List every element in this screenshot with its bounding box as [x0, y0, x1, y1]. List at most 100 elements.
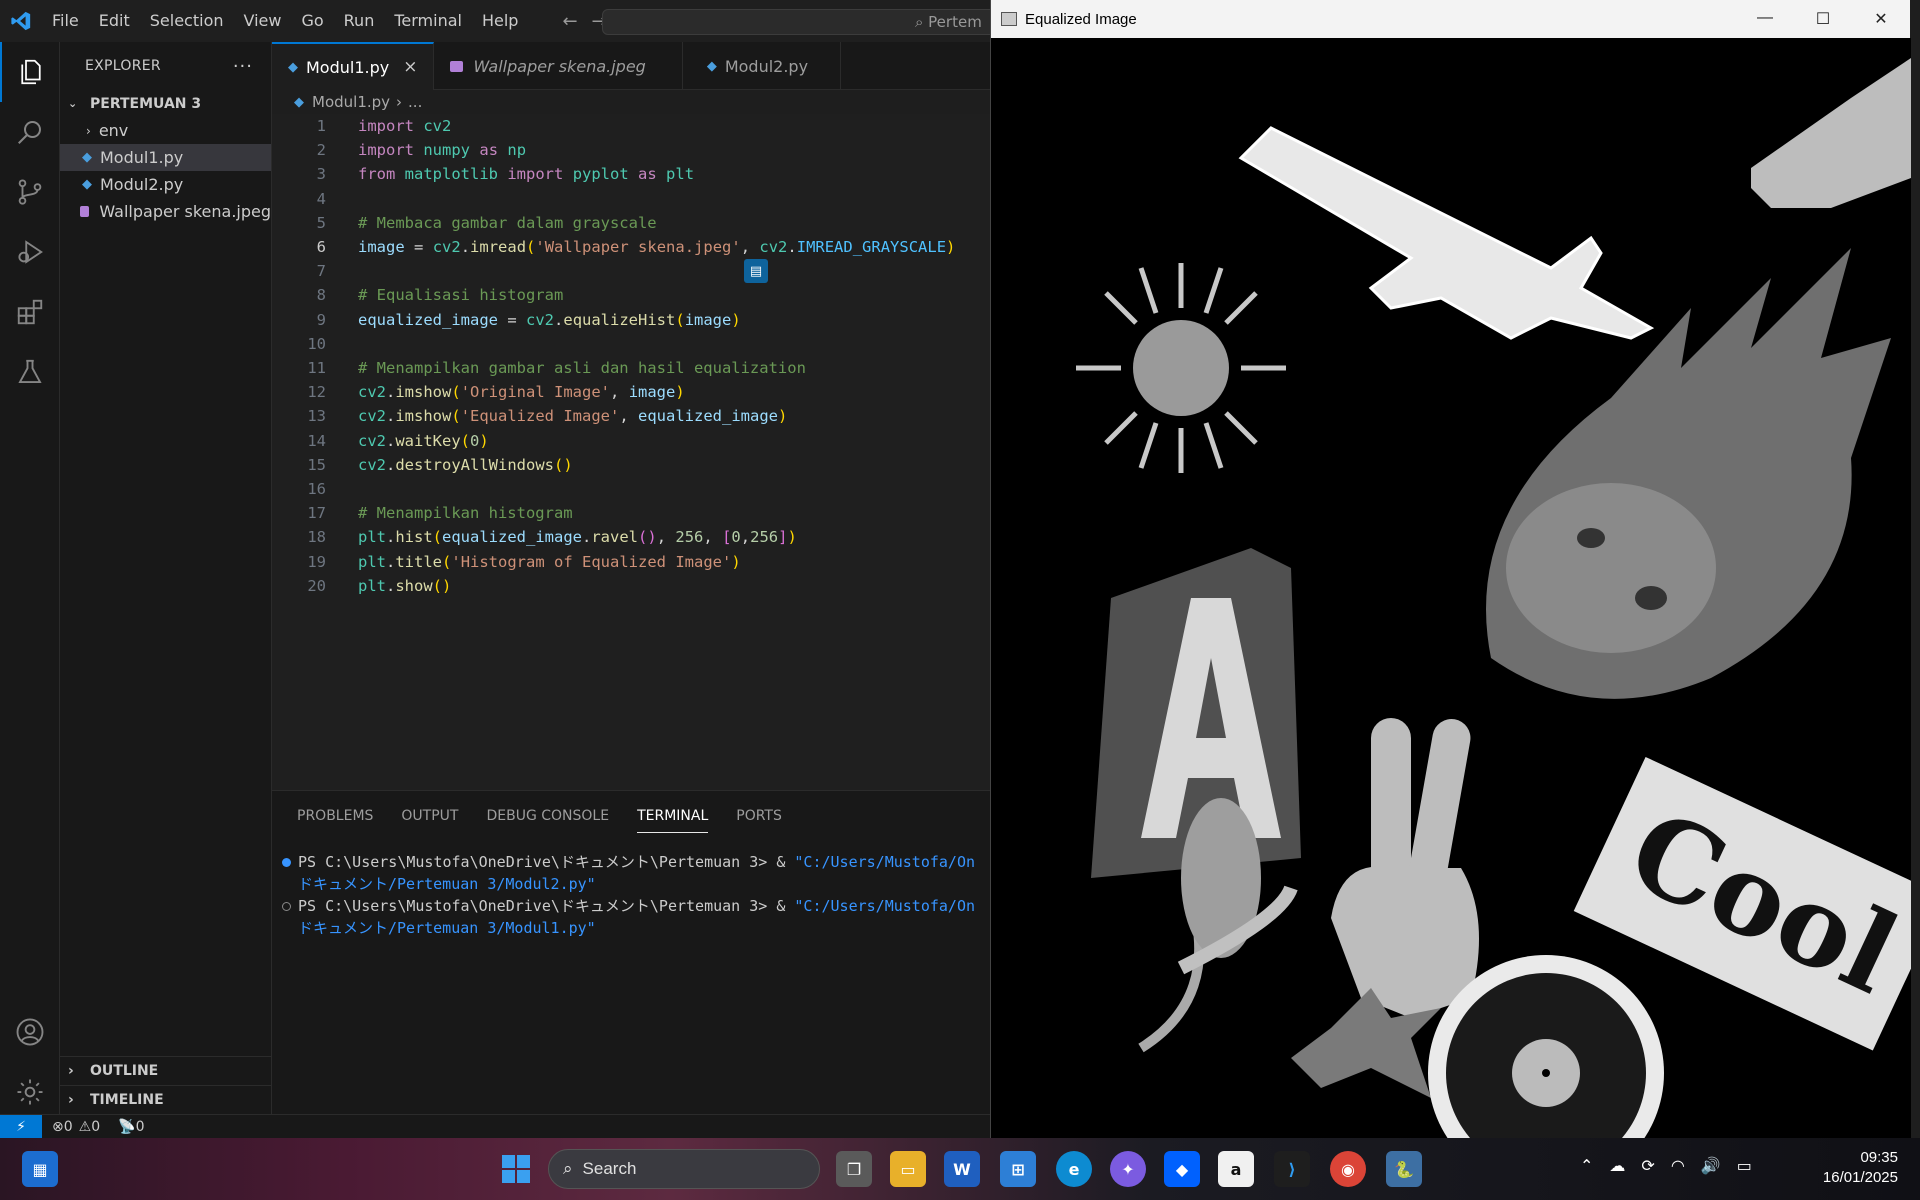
amazon-icon[interactable]: a [1218, 1151, 1254, 1187]
chevron-up-icon[interactable]: ⌃ [1580, 1156, 1593, 1175]
close-window-icon[interactable]: ✕ [1852, 9, 1910, 29]
remote-indicator-icon[interactable]: ⚡ [0, 1114, 42, 1139]
terminal[interactable]: PS C:\Users\Mustofa\OneDrive\ドキュメント\Pert… [272, 841, 990, 939]
image-window-titlebar[interactable]: Equalized Image — ☐ ✕ [991, 0, 1910, 38]
tab-label: Wallpaper skena.jpeg [473, 56, 646, 76]
code-text: image = cv2.imread('Wallpaper skena.jpeg… [358, 238, 956, 256]
code-line[interactable]: 13 cv2.imshow('Equalized Image', equalize… [272, 404, 990, 428]
status-bar: ⚡ ⊗ 0 ⚠ 0 📡 0 [0, 1114, 990, 1139]
tab-problems[interactable]: PROBLEMS [297, 800, 373, 832]
line-number: 16 [307, 480, 326, 498]
code-line[interactable]: 19 plt.title('Histogram of Equalized Imag… [272, 550, 990, 574]
file-explorer-icon[interactable]: ▭ [890, 1151, 926, 1187]
inline-chat-icon[interactable]: ▤ [744, 259, 768, 283]
menu-help[interactable]: Help [472, 0, 528, 42]
folder-pertemuan-3[interactable]: ⌄ PERTEMUAN 3 [60, 90, 271, 117]
onedrive-icon[interactable]: ☁ [1609, 1156, 1625, 1175]
timeline-section[interactable]: › TIMELINE [60, 1085, 272, 1113]
tree-item-modul1[interactable]: ◆ Modul1.py [60, 144, 271, 171]
code-line[interactable]: 2 import numpy as np [272, 138, 990, 162]
volume-icon[interactable]: 🔊 [1701, 1156, 1721, 1175]
menu-edit[interactable]: Edit [89, 0, 140, 42]
tab-ports[interactable]: PORTS [736, 800, 782, 832]
code-text: equalized_image = cv2.equalizeHist(image… [358, 310, 741, 329]
tree-item-env[interactable]: › env [60, 117, 271, 144]
code-line[interactable]: 11 # Menampilkan gambar asli dan hasil eq… [272, 356, 990, 380]
code-line[interactable]: 1 import cv2 [272, 114, 990, 138]
python-file-icon: ◆ [706, 58, 717, 74]
dropbox-icon[interactable]: ◆ [1164, 1151, 1200, 1187]
clock[interactable]: 09:35 16/01/2025 [1823, 1148, 1898, 1188]
terminal-path: "C:/Users/Mustofa/On [794, 897, 976, 915]
tab-terminal[interactable]: TERMINAL [637, 800, 709, 833]
outline-section[interactable]: › OUTLINE [60, 1057, 272, 1085]
menu-file[interactable]: File [42, 0, 89, 42]
settings-gear-icon[interactable] [0, 1062, 60, 1122]
menu-bar: File Edit Selection View Go Run Terminal… [42, 0, 528, 42]
code-line[interactable]: 5 # Membaca gambar dalam grayscale [272, 211, 990, 235]
back-arrow-icon[interactable]: ← [562, 11, 577, 32]
search-icon[interactable] [0, 102, 60, 162]
more-actions-icon[interactable]: ··· [233, 56, 253, 77]
code-line[interactable]: 9 equalized_image = cv2.equalizeHist(imag… [272, 308, 990, 332]
taskbar-search[interactable]: ⌕ Search [548, 1149, 820, 1189]
sync-icon[interactable]: ⟳ [1641, 1156, 1654, 1175]
code-line[interactable]: 8 # Equalisasi histogram [272, 283, 990, 307]
tab-output[interactable]: OUTPUT [401, 800, 458, 832]
errors-icon[interactable]: ⊗ [52, 1119, 64, 1135]
word-icon[interactable]: W [944, 1151, 980, 1187]
wifi-icon[interactable]: ◠ [1671, 1156, 1685, 1175]
source-control-icon[interactable] [0, 162, 60, 222]
menu-run[interactable]: Run [334, 0, 385, 42]
code-line[interactable]: 10 [272, 332, 990, 356]
code-line[interactable]: 20 plt.show() [272, 574, 990, 598]
ports-icon[interactable]: 📡 [118, 1119, 135, 1135]
tree-item-wallpaper[interactable]: Wallpaper skena.jpeg [60, 198, 271, 225]
testing-icon[interactable] [0, 342, 60, 402]
warnings-icon[interactable]: ⚠ [79, 1119, 92, 1135]
menu-view[interactable]: View [234, 0, 292, 42]
copilot-icon[interactable]: ✦ [1110, 1151, 1146, 1187]
maximize-icon[interactable]: ☐ [1794, 9, 1852, 29]
minimize-icon[interactable]: — [1736, 9, 1794, 29]
code-line[interactable]: 6 image = cv2.imread('Wallpaper skena.jpe… [272, 235, 990, 259]
tab-modul2[interactable]: ◆ Modul2.py [683, 42, 842, 90]
equalized-image-collage: Cool [991, 38, 1920, 1191]
code-line[interactable]: 3 from matplotlib import pyplot as plt [272, 162, 990, 186]
breadcrumb-symbols[interactable]: ... [408, 93, 422, 111]
battery-icon[interactable]: ▭ [1737, 1156, 1752, 1175]
code-line[interactable]: 14 cv2.waitKey(0) [272, 429, 990, 453]
chrome-icon[interactable]: ◉ [1330, 1151, 1366, 1187]
task-view-icon[interactable]: ❐ [836, 1151, 872, 1187]
explorer-icon[interactable] [0, 42, 60, 102]
store-icon[interactable]: ⊞ [1000, 1151, 1036, 1187]
code-line[interactable]: 15 cv2.destroyAllWindows() [272, 453, 990, 477]
tab-modul1[interactable]: ◆ Modul1.py × [272, 42, 435, 90]
extensions-icon[interactable] [0, 282, 60, 342]
code-line[interactable]: 7 [272, 259, 990, 283]
tree-item-modul2[interactable]: ◆ Modul2.py [60, 171, 271, 198]
code-line[interactable]: 16 [272, 477, 990, 501]
vscode-taskbar-icon[interactable]: ⟩ [1274, 1151, 1310, 1187]
code-editor[interactable]: 1 import cv2 2 import numpy as np 3 from matp… [272, 114, 990, 790]
code-text: # Membaca gambar dalam grayscale [358, 213, 657, 232]
accounts-icon[interactable] [0, 1002, 60, 1062]
widgets-icon[interactable]: ▦ [22, 1151, 58, 1187]
menu-selection[interactable]: Selection [140, 0, 234, 42]
line-number: 13 [307, 407, 326, 426]
python-icon[interactable]: 🐍 [1386, 1151, 1422, 1187]
menu-terminal[interactable]: Terminal [384, 0, 472, 42]
run-debug-icon[interactable] [0, 222, 60, 282]
tab-wallpaper[interactable]: Wallpaper skena.jpeg [434, 42, 683, 90]
code-line[interactable]: 18 plt.hist(equalized_image.ravel(), 256,… [272, 525, 990, 549]
code-line[interactable]: 4 [272, 187, 990, 211]
code-line[interactable]: 12 cv2.imshow('Original Image', image) [272, 380, 990, 404]
close-icon[interactable]: × [403, 57, 417, 77]
edge-icon[interactable]: e [1056, 1151, 1092, 1187]
breadcrumb-file[interactable]: Modul1.py [312, 93, 390, 111]
start-windows-icon[interactable] [498, 1151, 534, 1187]
command-center[interactable]: ⌕ Pertem [602, 9, 1002, 35]
menu-go[interactable]: Go [291, 0, 333, 42]
code-line[interactable]: 17 # Menampilkan histogram [272, 501, 990, 525]
tab-debug-console[interactable]: DEBUG CONSOLE [486, 800, 609, 832]
